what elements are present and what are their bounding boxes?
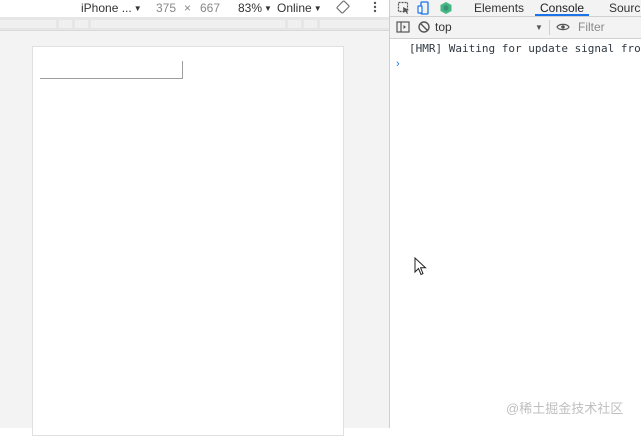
tab-elements[interactable]: Elements — [474, 0, 524, 16]
caret-down-icon: ▼ — [133, 4, 142, 13]
devtools-panel: Elements Console Sourc top ▼ Filter [HMR… — [389, 0, 641, 428]
caret-down-icon: ▼ — [313, 4, 322, 13]
tab-sources[interactable]: Sourc — [609, 0, 640, 16]
zoom-value: 83% — [238, 1, 263, 15]
height-field[interactable]: 667 — [200, 1, 220, 16]
ruler-segment[interactable] — [288, 20, 301, 28]
ruler-segment[interactable] — [75, 20, 88, 28]
device-toolbar: iPhone ... ▼ 375 × 667 83% ▼ Online ▼ — [0, 0, 389, 17]
mouse-cursor-icon — [414, 256, 428, 280]
ruler-segment[interactable] — [59, 20, 72, 28]
watermark: @稀土掘金技术社区 — [506, 401, 624, 416]
more-options-icon[interactable] — [372, 0, 378, 18]
device-emulation-pane: iPhone ... ▼ 375 × 667 83% ▼ Online ▼ — [0, 0, 389, 436]
device-viewport — [32, 46, 344, 436]
console-message: [HMR] Waiting for update signal from — [409, 42, 641, 55]
devtools-tabbar: Elements Console Sourc — [390, 0, 641, 17]
width-field[interactable]: 375 — [156, 1, 176, 16]
device-toolbar-icon[interactable] — [417, 1, 431, 15]
ruler-segment[interactable] — [320, 20, 389, 28]
ruler-segment[interactable] — [91, 20, 285, 28]
throttle-select[interactable]: Online ▼ — [277, 1, 322, 16]
tab-console[interactable]: Console — [535, 0, 590, 16]
page-input-field[interactable] — [40, 61, 183, 79]
device-select[interactable]: iPhone ... ▼ — [81, 1, 142, 16]
console-prompt-icon[interactable]: › — [396, 57, 400, 71]
caret-down-icon: ▼ — [264, 4, 272, 13]
context-selector[interactable]: top — [435, 17, 545, 38]
media-query-ruler[interactable] — [0, 17, 389, 31]
eye-icon[interactable] — [556, 20, 570, 38]
ruler-segment[interactable] — [304, 20, 317, 28]
caret-down-icon: ▼ — [535, 23, 543, 32]
throttle-value: Online — [277, 1, 312, 15]
console-output: [HMR] Waiting for update signal from › — [390, 39, 641, 428]
dimension-separator: × — [184, 1, 192, 15]
console-toolbar: top ▼ Filter — [390, 17, 641, 39]
zoom-select[interactable]: 83% ▼ — [238, 1, 272, 16]
rotate-icon[interactable] — [336, 0, 350, 18]
device-name: iPhone ... — [81, 1, 132, 15]
inspect-element-icon[interactable] — [397, 1, 411, 15]
vue-devtools-icon[interactable] — [439, 1, 453, 15]
sidebar-toggle-icon[interactable] — [396, 20, 410, 38]
console-filter-input[interactable]: Filter — [578, 17, 605, 38]
toolbar-divider — [549, 20, 550, 35]
ruler-segment[interactable] — [0, 20, 56, 28]
context-value: top — [435, 20, 452, 34]
clear-console-icon[interactable] — [417, 20, 431, 38]
